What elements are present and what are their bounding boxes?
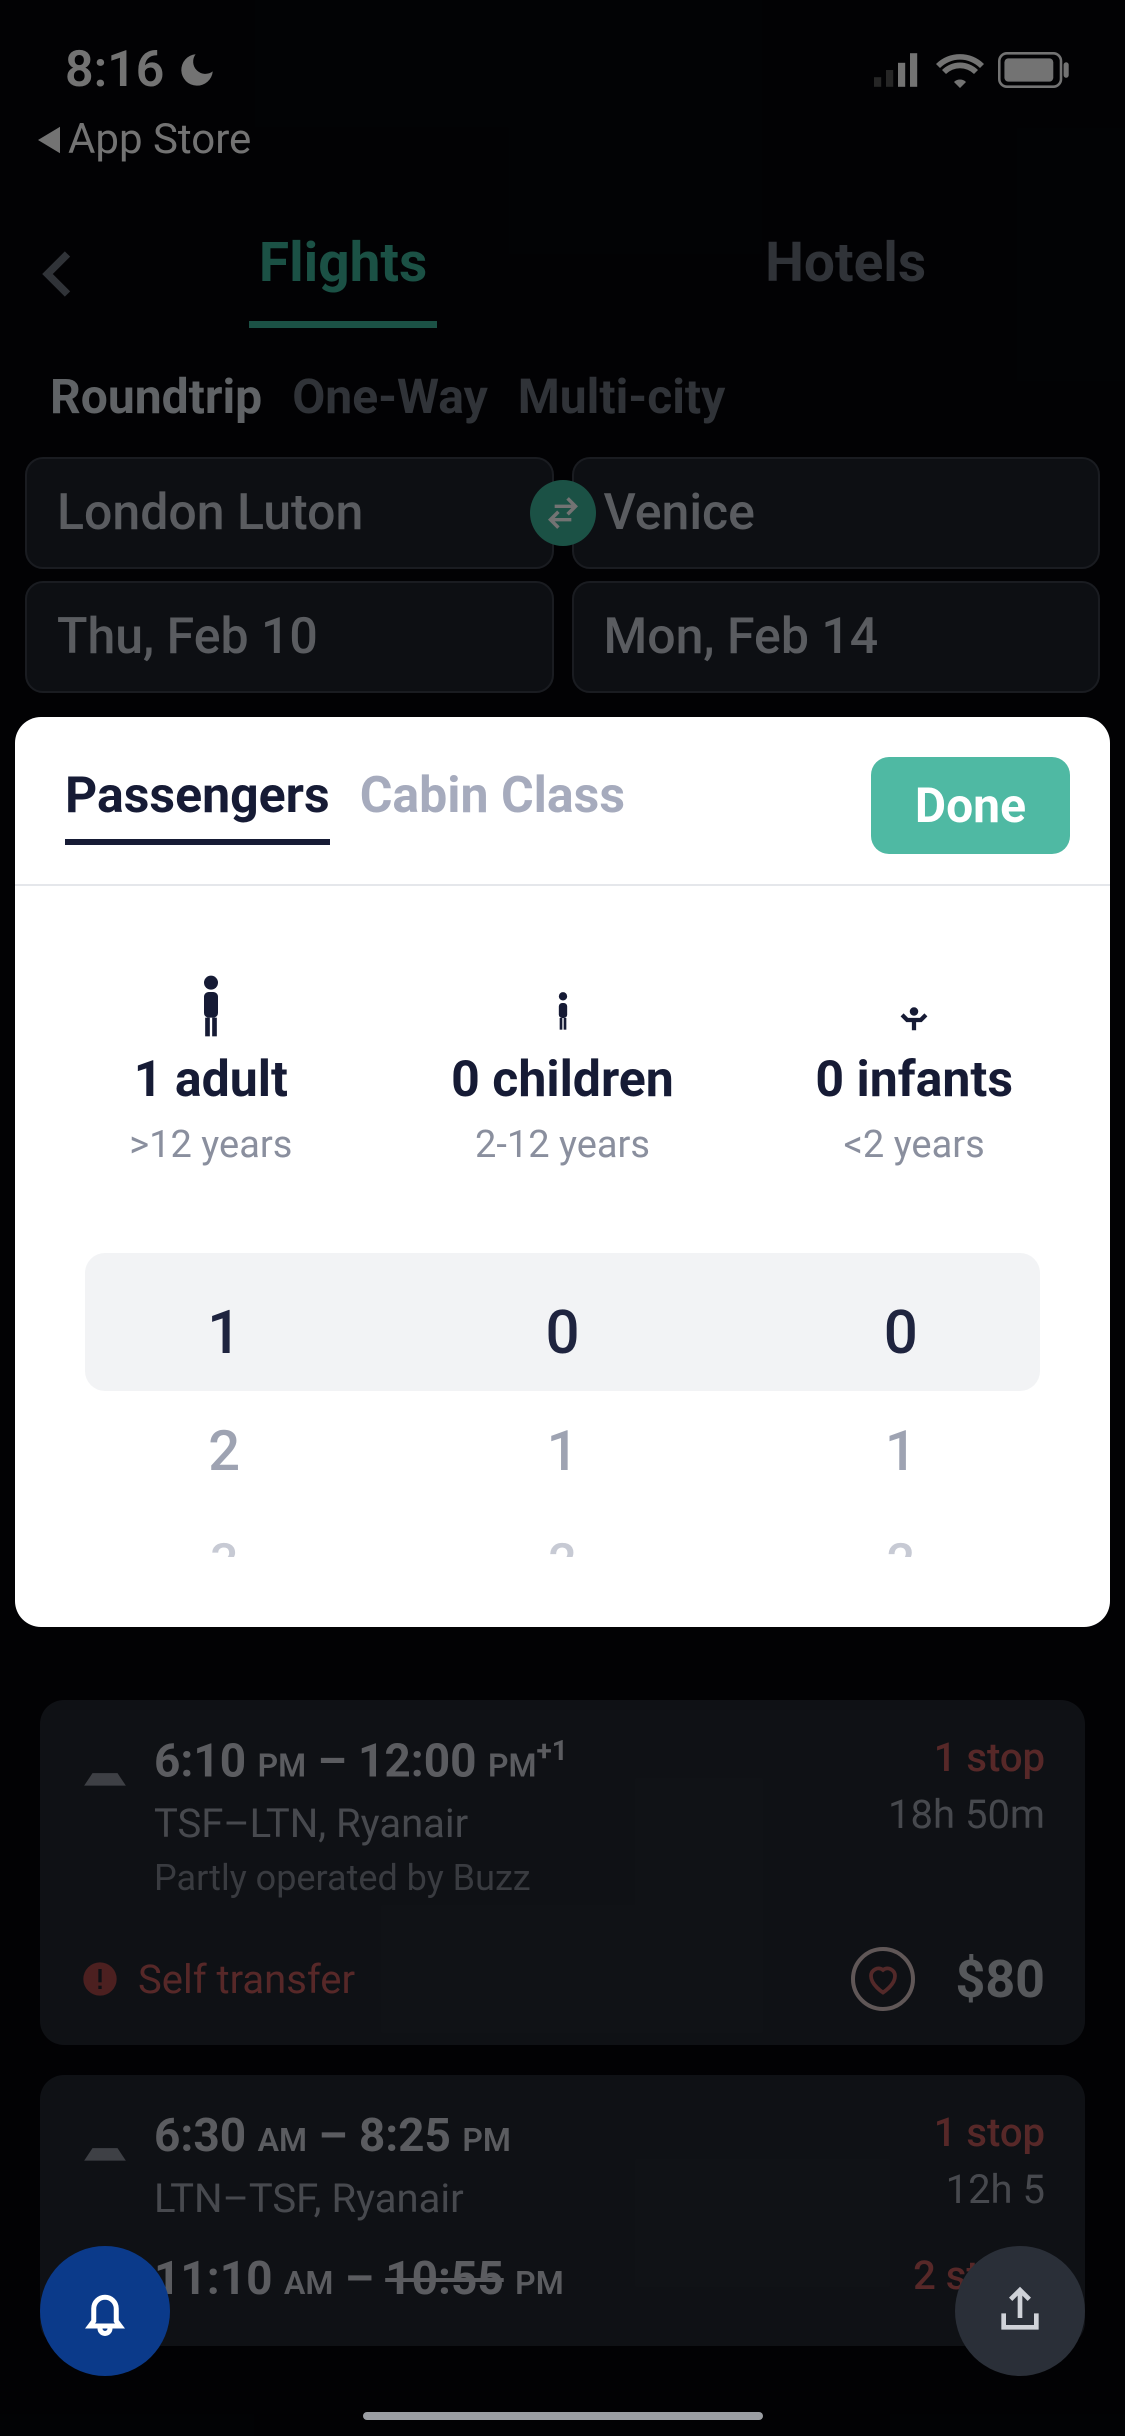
share-icon: [992, 2283, 1048, 2339]
share-fab[interactable]: [955, 2246, 1085, 2376]
favorite-button[interactable]: [851, 1947, 915, 2011]
flight-card[interactable]: 6:10 PM – 12:00 PM+1 TSF–LTN, Ryanair Pa…: [40, 1700, 1085, 2045]
tab-flights[interactable]: Flights: [249, 219, 437, 328]
child-icon: [553, 989, 573, 1037]
moon-icon: [176, 49, 218, 91]
stops-label: 1 stop: [934, 2109, 1045, 2156]
swap-button[interactable]: [530, 480, 596, 546]
picker-value: 3: [210, 1534, 238, 1557]
flight-card[interactable]: 6:30 AM – 8:25 PM LTN–TSF, Ryanair 1 sto…: [40, 2075, 1085, 2346]
back-app-label: App Store: [68, 115, 251, 164]
back-to-appstore[interactable]: App Store: [0, 110, 1125, 164]
wifi-icon: [936, 52, 984, 88]
pax-adults-label: 1 adult: [134, 1051, 288, 1109]
return-date-field[interactable]: Mon, Feb 14: [572, 581, 1101, 693]
flight-route: TSF–LTN, Ryanair: [154, 1800, 864, 1847]
trip-oneway[interactable]: One-Way: [292, 368, 488, 425]
flight-times: 6:10 PM – 12:00 PM+1: [154, 1734, 864, 1788]
price-label: $80: [955, 1949, 1045, 2010]
back-chevron-icon[interactable]: [30, 244, 90, 304]
pax-infants-label: 0 infants: [815, 1051, 1013, 1109]
picker-value: 0: [545, 1297, 579, 1368]
picker-children[interactable]: 0 1 2 3: [393, 1297, 731, 1557]
adult-icon: [197, 975, 225, 1037]
picker-value: 2: [887, 1534, 915, 1557]
heart-icon: [865, 1961, 901, 1997]
picker-value: 0: [884, 1297, 918, 1368]
flight-times: 11:10 AM – 10:55 PM: [154, 2252, 889, 2306]
back-triangle-icon: [38, 126, 60, 154]
picker-value: 2: [548, 1534, 576, 1557]
picker-value: 1: [207, 1297, 241, 1368]
bell-icon: [75, 2281, 135, 2341]
pax-children-label: 0 children: [451, 1051, 674, 1109]
picker-infants[interactable]: 0 1 2 3: [732, 1297, 1070, 1557]
modal-tab-passengers[interactable]: Passengers: [65, 767, 330, 845]
stops-label: 1 stop: [888, 1734, 1045, 1781]
modal-tab-cabin[interactable]: Cabin Class: [360, 767, 625, 845]
passenger-modal: Passengers Cabin Class Done 1 adult >12 …: [15, 717, 1110, 1627]
top-bar: Flights Hotels: [0, 219, 1125, 328]
flight-route: LTN–TSF, Ryanair: [154, 2175, 910, 2222]
home-indicator[interactable]: [363, 2412, 763, 2420]
battery-icon: [998, 52, 1070, 88]
trip-roundtrip[interactable]: Roundtrip: [50, 368, 262, 425]
duration-label: 18h 50m: [888, 1791, 1045, 1838]
picker-value: 1: [885, 1418, 917, 1484]
pax-adults: 1 adult >12 years: [35, 971, 387, 1167]
pax-infants-sub: <2 years: [844, 1123, 985, 1167]
flight-times: 6:30 AM – 8:25 PM: [154, 2109, 910, 2163]
infant-icon: [897, 1003, 931, 1037]
picker-value: 2: [208, 1418, 240, 1484]
depart-date-field[interactable]: Thu, Feb 10: [25, 581, 554, 693]
picker-adults[interactable]: 1 2 3 4: [55, 1297, 393, 1557]
pax-pickers: 1 2 3 4 0 1 2 3 0 1 2 3: [15, 1207, 1110, 1557]
status-time: 8:16: [65, 41, 164, 99]
trip-type-tabs: Roundtrip One-Way Multi-city: [0, 328, 1125, 445]
destination-field[interactable]: Venice: [572, 457, 1101, 569]
airline-icon: [80, 2119, 130, 2169]
airline-icon: [80, 1744, 130, 1794]
operated-by: Partly operated by Buzz: [154, 1857, 864, 1899]
trip-multicity[interactable]: Multi-city: [518, 368, 726, 425]
tab-hotels[interactable]: Hotels: [755, 219, 936, 328]
duration-label: 12h 5: [934, 2166, 1045, 2213]
origin-field[interactable]: London Luton: [25, 457, 554, 569]
status-bar: 8:16: [0, 0, 1125, 110]
pax-infants: 0 infants <2 years: [738, 971, 1090, 1167]
results-list: 6:10 PM – 12:00 PM+1 TSF–LTN, Ryanair Pa…: [40, 1700, 1085, 2376]
cellular-icon: [874, 53, 922, 87]
pax-adults-sub: >12 years: [129, 1123, 292, 1167]
pax-children: 0 children 2-12 years: [387, 971, 739, 1167]
picker-value: 1: [547, 1418, 579, 1484]
done-button[interactable]: Done: [871, 757, 1070, 854]
self-transfer-label: Self transfer: [138, 1956, 833, 2003]
swap-icon: [543, 493, 583, 533]
pax-children-sub: 2-12 years: [475, 1123, 650, 1167]
warning-icon: [80, 1959, 120, 1999]
notifications-fab[interactable]: [40, 2246, 170, 2376]
search-fields: London Luton Venice Thu, Feb 10 Mon, Feb…: [0, 457, 1125, 693]
